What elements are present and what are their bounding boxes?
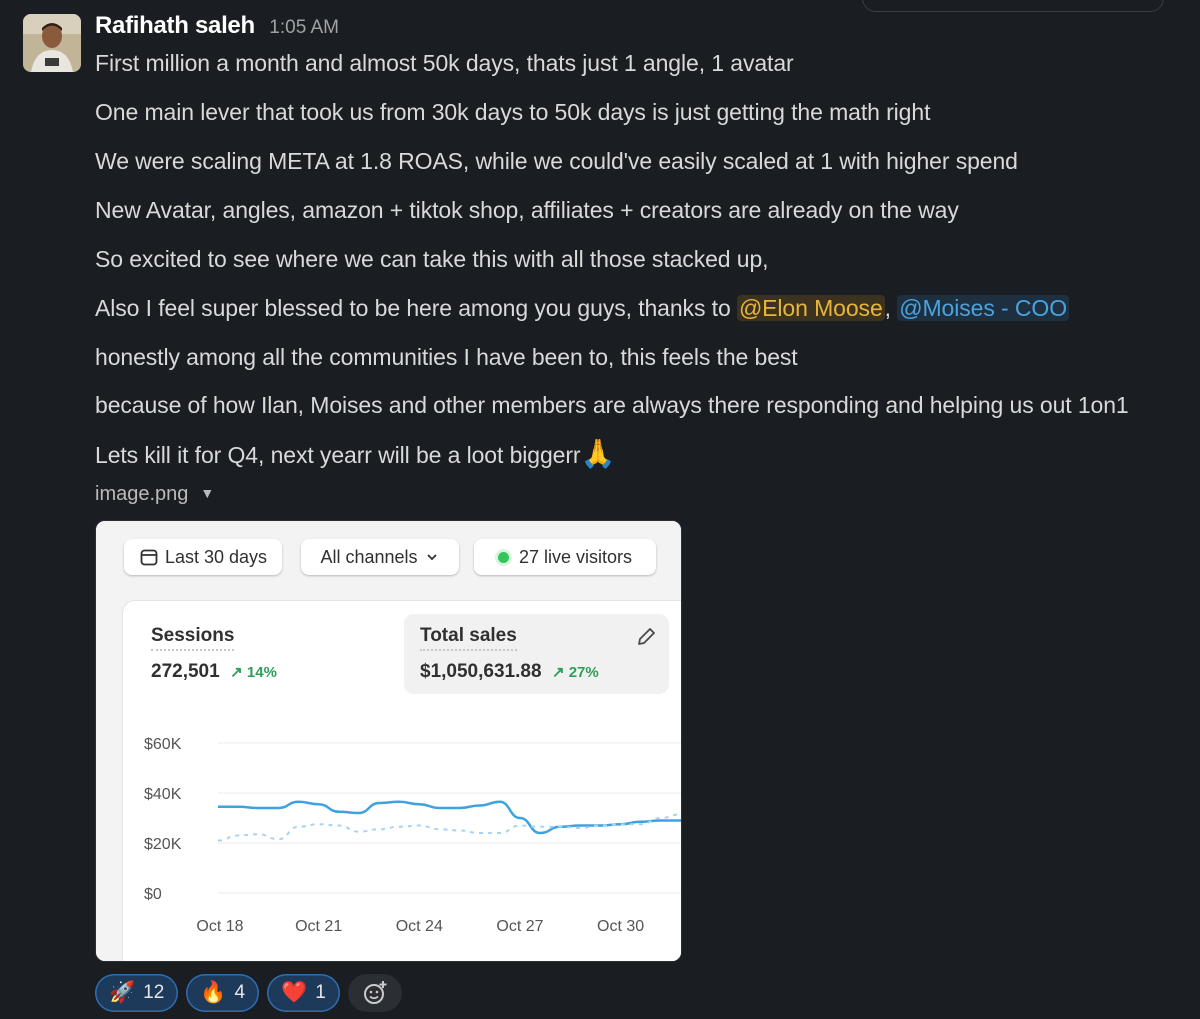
message-line: We were scaling META at 1.8 ROAS, while … <box>95 148 1018 174</box>
file-name[interactable]: image.png <box>95 483 188 505</box>
message-line: honestly among all the communities I hav… <box>95 344 798 370</box>
reaction-fire[interactable]: 🔥 4 <box>186 974 260 1012</box>
total-sales-series-line <box>218 800 681 835</box>
x-tick-label: Oct 18 <box>196 918 243 935</box>
attached-image[interactable]: Last 30 days All channels 27 live visito… <box>95 520 682 962</box>
sales-line-chart: $60K $40K $20K $0 Oct 18 Oct 21 Oct 24 Oct 27 Oc… <box>144 736 681 935</box>
praying-hands-emoji: 🙏 <box>580 438 616 469</box>
reaction-count: 1 <box>315 982 326 1003</box>
thanks-text: Also I feel super blessed to be here amo… <box>95 295 737 321</box>
add-reaction-button[interactable] <box>347 974 402 1012</box>
message-line: One main lever that took us from 30k day… <box>95 99 931 125</box>
y-tick-label: $40K <box>144 786 182 803</box>
comparison-series-line <box>217 813 681 842</box>
mention-moises-coo[interactable]: @Moises - COO <box>897 295 1069 321</box>
x-tick-label: Oct 21 <box>295 918 342 935</box>
reaction-heart[interactable]: ❤️ 1 <box>267 974 340 1012</box>
x-tick-label: Oct 30 <box>597 918 644 935</box>
reaction-rocket[interactable]: 🚀 12 <box>95 974 179 1012</box>
dashboard-screenshot: Last 30 days All channels 27 live visito… <box>96 521 681 961</box>
message-line: Lets kill it for Q4, next yearr will be … <box>95 439 615 470</box>
reaction-count: 4 <box>234 982 246 1003</box>
x-tick-label: Oct 27 <box>496 918 543 935</box>
reaction-count: 12 <box>143 982 165 1003</box>
mention-separator: , <box>884 295 898 321</box>
y-tick-label: $20K <box>144 836 182 853</box>
y-tick-label: $60K <box>144 736 182 753</box>
rocket-emoji: 🚀 <box>109 981 136 1004</box>
heart-emoji: ❤️ <box>281 981 308 1004</box>
file-attachment-header[interactable]: image.png ▼ <box>95 483 214 506</box>
reactions-bar: 🚀 12 🔥 4 ❤️ 1 <box>95 974 402 1012</box>
author-name[interactable]: Rafihath saleh <box>95 12 255 39</box>
fire-emoji: 🔥 <box>200 981 227 1004</box>
message-line: because of how Ilan, Moises and other me… <box>95 392 1129 418</box>
message-text: Lets kill it for Q4, next yearr will be … <box>95 442 581 468</box>
message-line: So excited to see where we can take this… <box>95 246 769 272</box>
search-bar-edge[interactable] <box>862 0 1164 12</box>
y-tick-label: $0 <box>144 886 162 903</box>
message-line: New Avatar, angles, amazon + tiktok shop… <box>95 197 959 223</box>
x-tick-label: Oct 24 <box>396 918 443 935</box>
message-line: First million a month and almost 50k day… <box>95 50 794 76</box>
mention-elon-moose[interactable]: @Elon Moose <box>736 295 885 321</box>
message-line-thanks: Also I feel super blessed to be here amo… <box>95 293 1069 323</box>
avatar-photo <box>23 14 81 72</box>
timestamp[interactable]: 1:05 AM <box>269 17 339 38</box>
chevron-down-icon[interactable]: ▼ <box>200 485 214 501</box>
message-header: Rafihath saleh 1:05 AM <box>95 12 339 40</box>
avatar[interactable] <box>23 14 81 72</box>
add-emoji-icon <box>363 981 387 1004</box>
